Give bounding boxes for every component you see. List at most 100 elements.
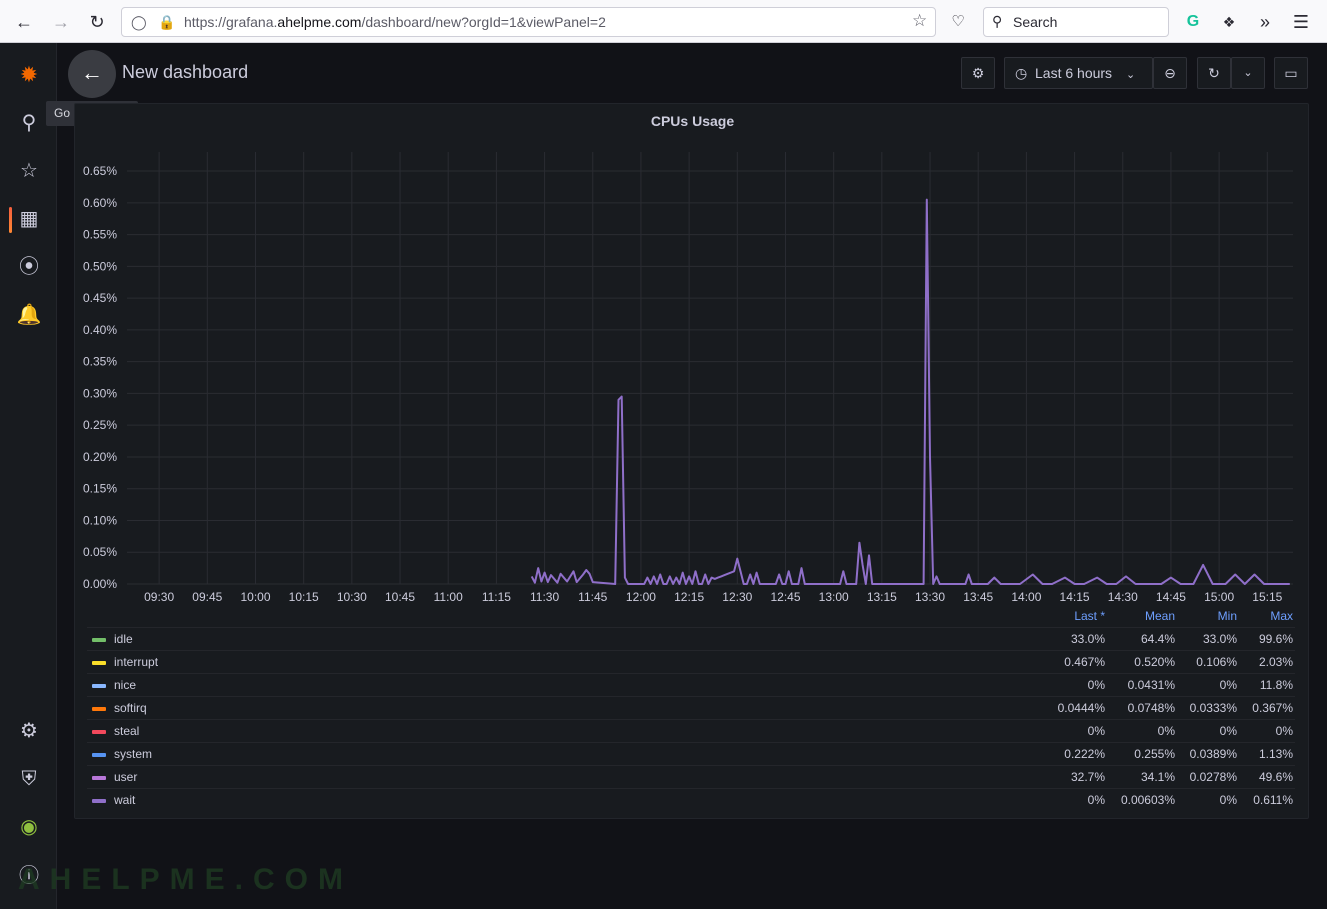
go-back-button[interactable]: ←	[68, 50, 116, 98]
legend-row-user[interactable]: user 32.7% 34.1% 0.0278% 49.6%	[87, 765, 1295, 788]
x-tick-label: 14:30	[1108, 590, 1138, 604]
x-tick-label: 11:00	[434, 590, 463, 604]
legend-header-min[interactable]: Min	[1175, 609, 1237, 623]
refresh-button[interactable]: ↻	[1197, 57, 1231, 89]
legend-value-max: 49.6%	[1258, 770, 1293, 784]
x-tick-label: 10:45	[385, 590, 415, 604]
active-indicator	[9, 207, 12, 233]
legend-row-wait[interactable]: wait 0% 0.00603% 0% 0.611%	[87, 788, 1295, 811]
series-name[interactable]: user	[114, 770, 137, 784]
x-tick-label: 14:45	[1156, 590, 1186, 604]
forward-arrow-icon[interactable]: →	[49, 10, 73, 34]
dashboards-grid-icon[interactable]: ▦	[16, 206, 42, 232]
legend-row-steal[interactable]: steal 0% 0% 0% 0%	[87, 719, 1295, 742]
settings-gear-icon[interactable]: ⚙	[16, 718, 42, 744]
legend-value-max: 2.03%	[1258, 655, 1293, 669]
hamburger-menu-icon[interactable]: ☰	[1289, 10, 1313, 34]
series-name[interactable]: system	[114, 747, 152, 761]
x-tick-label: 10:15	[289, 590, 319, 604]
legend-header-mean[interactable]: Mean	[1105, 609, 1175, 623]
y-tick-label: 0.15%	[83, 482, 117, 496]
x-tick-label: 11:30	[530, 590, 559, 604]
legend-value-min: 0.0278%	[1189, 770, 1237, 784]
legend-row-softirq[interactable]: softirq 0.0444% 0.0748% 0.0333% 0.367%	[87, 696, 1295, 719]
legend-value-max: 1.13%	[1258, 747, 1293, 761]
y-tick-label: 0.65%	[83, 164, 117, 178]
series-name[interactable]: interrupt	[114, 655, 158, 669]
search-icon[interactable]: ⚲	[16, 110, 42, 136]
y-tick-label: 0.35%	[83, 355, 117, 369]
address-bar[interactable]: ◯ 🔒 https://grafana.ahelpme.com/dashboar…	[121, 7, 936, 37]
legend-header-last[interactable]: Last *	[1035, 609, 1105, 623]
x-tick-label: 12:15	[674, 590, 704, 604]
x-tick-label: 12:00	[626, 590, 656, 604]
series-name[interactable]: steal	[114, 724, 139, 738]
x-tick-label: 09:30	[144, 590, 174, 604]
dashboard-settings-button[interactable]: ⚙	[961, 57, 995, 89]
avatar[interactable]: ◉	[16, 814, 42, 840]
chevron-down-icon: ⌄	[1125, 69, 1136, 81]
grammarly-extension-icon[interactable]: G	[1181, 10, 1205, 34]
series-name[interactable]: wait	[114, 793, 135, 807]
legend-value-mean: 0.0748%	[1127, 701, 1175, 715]
pocket-icon[interactable]: ♡	[946, 10, 970, 34]
legend-header-max[interactable]: Max	[1237, 609, 1293, 623]
series-color-swatch[interactable]	[92, 799, 106, 803]
legend-row-interrupt[interactable]: interrupt 0.467% 0.520% 0.106% 2.03%	[87, 650, 1295, 673]
shield-icon[interactable]: ◯	[131, 14, 147, 31]
page-title: New dashboard	[122, 62, 249, 82]
alerting-bell-icon[interactable]: 🔔	[16, 302, 42, 328]
time-range-label: Last 6 hours	[1035, 65, 1113, 81]
y-tick-label: 0.20%	[83, 450, 117, 464]
browser-search-input[interactable]: ⚲ Search	[983, 7, 1169, 37]
lock-icon[interactable]: 🔒	[158, 14, 175, 31]
series-color-swatch[interactable]	[92, 707, 106, 711]
series-name[interactable]: softirq	[114, 701, 147, 715]
legend-row-idle[interactable]: idle 33.0% 64.4% 33.0% 99.6%	[87, 627, 1295, 650]
x-tick-label: 11:45	[578, 590, 607, 604]
cpu-usage-chart[interactable]: 0.00% 0.05% 0.10% 0.15% 0.20% 0.25% 0.30% 0.35%…	[75, 104, 1310, 604]
back-arrow-icon[interactable]: ←	[12, 10, 36, 34]
legend-row-nice[interactable]: nice 0% 0.0431% 0% 11.8%	[87, 673, 1295, 696]
tv-mode-button[interactable]: ▭	[1274, 57, 1308, 89]
legend-value-max: 0.611%	[1253, 793, 1293, 807]
y-tick-label: 0.55%	[83, 228, 117, 242]
legend-value-mean: 0.520%	[1134, 655, 1175, 669]
browser-toolbar: ← → ↻ ◯ 🔒 https://grafana.ahelpme.com/da…	[0, 0, 1327, 43]
grafana-logo-icon[interactable]: ✹	[16, 62, 42, 88]
series-color-swatch[interactable]	[92, 684, 106, 688]
series-color-swatch[interactable]	[92, 776, 106, 780]
legend-value-last: 0.222%	[1064, 747, 1105, 761]
refresh-interval-dropdown[interactable]: ⌄	[1231, 57, 1265, 89]
legend-value-last: 0%	[1087, 724, 1105, 738]
series-color-swatch[interactable]	[92, 753, 106, 757]
legend-row-system[interactable]: system 0.222% 0.255% 0.0389% 1.13%	[87, 742, 1295, 765]
series-color-swatch[interactable]	[92, 638, 106, 642]
grafana-sidebar: ✹ ⚲ ☆ ▦ ⦿ 🔔 ⚙ ⛨ ◉ ⓘ	[0, 43, 57, 909]
watermark: AHELPME.COM	[18, 863, 353, 896]
zoom-out-button[interactable]: ⊖	[1153, 57, 1187, 89]
series-color-swatch[interactable]	[92, 730, 106, 734]
y-tick-label: 0.40%	[83, 323, 117, 337]
extension-icon[interactable]: ❖	[1217, 10, 1241, 34]
legend-value-last: 0%	[1087, 678, 1105, 692]
bookmark-star-icon[interactable]: ☆	[912, 11, 927, 31]
legend-value-max: 0%	[1275, 724, 1293, 738]
legend-value-min: 0%	[1219, 678, 1237, 692]
series-name[interactable]: nice	[114, 678, 136, 692]
star-icon[interactable]: ☆	[16, 158, 42, 184]
overflow-chevrons-icon[interactable]: »	[1253, 10, 1277, 34]
series-name[interactable]: idle	[114, 632, 133, 646]
legend-value-last: 33.0%	[1070, 632, 1105, 646]
series-color-swatch[interactable]	[92, 661, 106, 665]
cpu-usage-panel: CPUs Usage 0.00% 0.05% 0.10% 0.15% 0.20% 0.25…	[74, 103, 1309, 819]
reload-icon[interactable]: ↻	[85, 10, 109, 34]
shield-icon[interactable]: ⛨	[16, 766, 42, 792]
legend-value-max: 11.8%	[1259, 678, 1293, 692]
x-tick-label: 10:30	[337, 590, 367, 604]
y-tick-label: 0.05%	[83, 545, 117, 559]
time-range-picker[interactable]: ◷ Last 6 hours ⌄	[1004, 57, 1153, 89]
x-tick-label: 12:45	[770, 590, 800, 604]
y-tick-label: 0.45%	[83, 291, 117, 305]
explore-compass-icon[interactable]: ⦿	[16, 254, 42, 280]
